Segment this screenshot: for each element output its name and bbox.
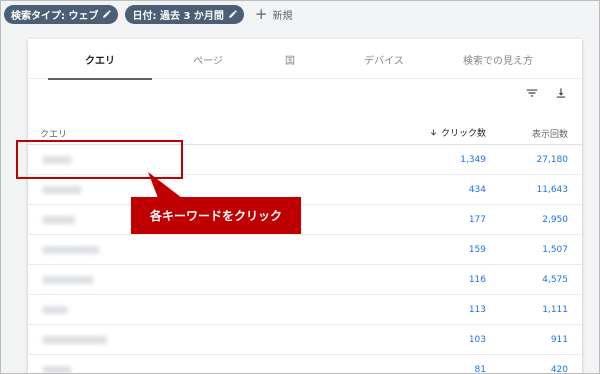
tab-device[interactable]: デバイス — [332, 39, 436, 79]
chip-label: 検索タイプ: ウェブ — [11, 10, 99, 22]
column-header-clicks-label: クリック数 — [440, 129, 486, 139]
impressions-cell: 11,643 — [536, 185, 569, 195]
chip-label: 日付: 過去 3 か月間 — [132, 10, 224, 22]
column-header-impressions[interactable]: 表示回数 — [532, 127, 568, 140]
search-type-chip[interactable]: 検索タイプ: ウェブ — [4, 4, 119, 24]
filter-bar: 検索タイプ: ウェブ 日付: 過去 3 か月間 + 新規 — [0, 0, 600, 28]
tab-search-appearance[interactable]: 検索での見え方 — [446, 39, 550, 79]
impressions-cell: 1,111 — [542, 305, 568, 315]
clicks-cell: 113 — [468, 305, 486, 315]
new-filter-label: 新規 — [272, 10, 293, 22]
callout-label: 各キーワードをクリック — [131, 197, 301, 234]
query-cell-blurred[interactable] — [42, 246, 100, 254]
impressions-cell: 27,180 — [536, 155, 569, 165]
table-row[interactable]: 177 2,950 — [28, 205, 582, 235]
query-cell-blurred[interactable] — [42, 276, 94, 284]
clicks-cell: 159 — [468, 245, 486, 255]
query-cell-blurred[interactable] — [42, 336, 108, 344]
clicks-cell: 177 — [468, 215, 486, 225]
impressions-cell: 1,507 — [542, 245, 568, 255]
tab-country[interactable]: 国 — [238, 39, 342, 79]
clicks-cell: 1,349 — [460, 155, 486, 165]
table-row[interactable]: 116 4,575 — [28, 265, 582, 295]
dimension-tabs: クエリ ページ 国 デバイス 検索での見え方 — [28, 39, 582, 80]
impressions-cell: 911 — [550, 335, 568, 345]
clicks-cell: 103 — [468, 335, 486, 345]
table-row[interactable]: 81 420 — [28, 355, 582, 374]
query-cell-blurred[interactable] — [42, 186, 82, 194]
impressions-cell: 2,950 — [542, 215, 568, 225]
query-cell-blurred[interactable] — [42, 216, 76, 224]
tab-query[interactable]: クエリ — [48, 39, 152, 80]
table-row[interactable]: 434 11,643 — [28, 175, 582, 205]
query-cell-blurred[interactable] — [42, 306, 68, 314]
date-range-chip[interactable]: 日付: 過去 3 か月間 — [125, 4, 244, 24]
keyword-highlight-box — [16, 140, 183, 179]
table-row[interactable]: 159 1,507 — [28, 235, 582, 265]
clicks-cell: 81 — [474, 365, 486, 374]
table-row[interactable]: 103 911 — [28, 325, 582, 355]
column-header-clicks[interactable]: クリック数 — [429, 126, 486, 139]
clicks-cell: 434 — [468, 185, 486, 195]
performance-table-card: クエリ ページ 国 デバイス 検索での見え方 クエリ クリック数 表示回数 1,… — [28, 39, 582, 374]
table-row[interactable]: 113 1,111 — [28, 295, 582, 325]
edit-icon — [103, 10, 112, 18]
plus-icon: + — [254, 4, 268, 23]
clicks-cell: 116 — [468, 275, 486, 285]
impressions-cell: 420 — [550, 365, 568, 374]
query-cell-blurred[interactable] — [42, 366, 72, 374]
download-icon[interactable] — [554, 85, 568, 99]
edit-icon — [229, 10, 237, 18]
impressions-cell: 4,575 — [542, 275, 568, 285]
column-header-query[interactable]: クエリ — [40, 127, 67, 140]
arrow-down-icon — [430, 129, 437, 136]
filter-icon[interactable] — [525, 85, 539, 99]
new-filter-button[interactable]: + 新規 — [254, 4, 293, 23]
table-body: 1,349 27,180 434 11,643 177 2,950 159 1,… — [28, 145, 582, 374]
